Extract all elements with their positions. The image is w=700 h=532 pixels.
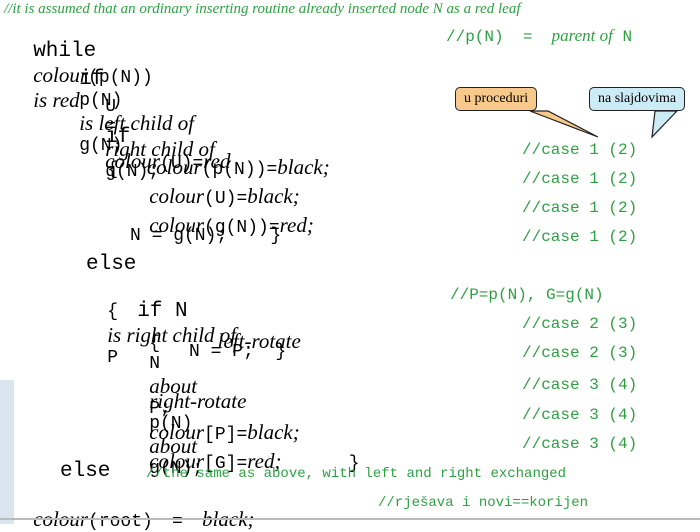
comment-line-11: //case 2 (3) — [522, 315, 638, 333]
code-token: red; — [279, 213, 314, 237]
comment-line-6: //case 1 (2) — [522, 170, 638, 188]
comment-line-12: //case 2 (3) — [522, 344, 638, 362]
bottom-divider — [0, 518, 700, 520]
callout-pointer-left — [529, 110, 599, 138]
comment-line-7: //case 1 (2) — [522, 199, 638, 217]
comment-line-8: //case 1 (2) — [522, 228, 638, 246]
comment-line-5: //case 1 (2) — [522, 141, 638, 159]
comment-line-13: //case 3 (4) — [522, 376, 638, 394]
comment-line-15: //case 3 (4) — [522, 435, 638, 453]
code-token: { — [107, 302, 119, 322]
comment-line-10: //P=p(N), G=g(N) — [450, 286, 604, 304]
code-line-12: N = P; } — [189, 342, 287, 362]
code-token: = — [172, 512, 183, 532]
code-token: (root) — [88, 512, 153, 532]
keyword-else: else — [60, 460, 111, 483]
code-token: P — [107, 348, 119, 368]
keyword-else: else — [86, 253, 137, 276]
code-line-8: N = g(N); } — [130, 226, 282, 246]
code-token: { — [107, 160, 119, 180]
code-token: { — [149, 334, 161, 354]
comment-line-17: //rješava i novi==korijen — [378, 495, 589, 511]
callout-pointer-right — [651, 110, 679, 139]
code-line-17: colour(root) = black; — [14, 489, 254, 532]
comment-line-14: //case 3 (4) — [522, 406, 638, 424]
comment-line-16: //the same as above, with left and right… — [146, 466, 567, 482]
